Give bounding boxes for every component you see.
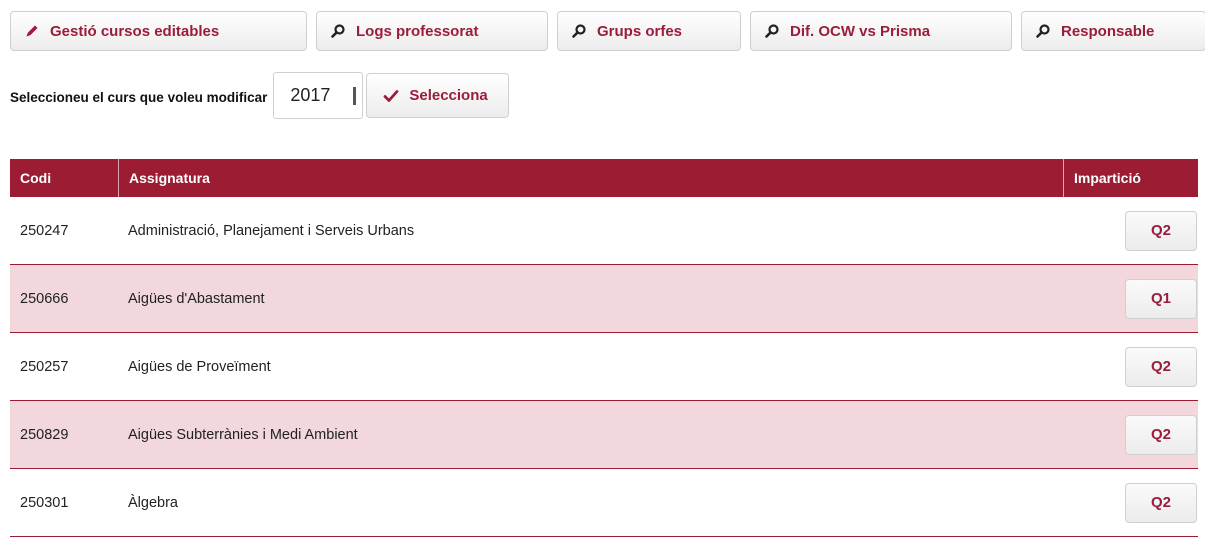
row-code: 250666 — [20, 290, 69, 307]
row-subject: Aigües d'Abastament — [128, 290, 265, 307]
period-button[interactable]: Q2 — [1125, 346, 1197, 387]
table-row: 250247 Administració, Planejament i Serv… — [10, 197, 1198, 265]
ocw-vs-prisma-label: Dif. OCW vs Prisma — [790, 22, 931, 40]
teacher-logs-label: Logs professorat — [356, 22, 479, 40]
year-select[interactable]: 2017 — [273, 72, 364, 119]
orphan-groups-label: Grups orfes — [597, 22, 683, 40]
row-code: 250829 — [20, 426, 69, 443]
search-icon — [329, 22, 347, 40]
row-code: 250301 — [20, 494, 69, 511]
table-row: 250301 Àlgebra Q2 — [10, 469, 1198, 537]
search-icon — [570, 22, 588, 40]
period-button[interactable]: Q2 — [1125, 482, 1197, 523]
toolbar: Gestió cursos editables Logs professorat… — [10, 11, 1205, 51]
period-button[interactable]: Q1 — [1125, 278, 1197, 319]
ocw-vs-prisma-button[interactable]: Dif. OCW vs Prisma — [750, 11, 1012, 51]
select-button-label: Selecciona — [409, 87, 488, 104]
year-select-value: 2017 — [290, 85, 331, 105]
row-period-cell: Q1 — [1063, 278, 1198, 319]
course-select-label: Seleccioneu el curs que voleu modificar — [10, 90, 268, 105]
teacher-logs-button[interactable]: Logs professorat — [316, 11, 548, 51]
responsible-button[interactable]: Responsable — [1021, 11, 1205, 51]
table-row: 250666 Aigües d'Abastament Q1 — [10, 265, 1198, 333]
period-button[interactable]: Q2 — [1125, 414, 1197, 455]
header-subject[interactable]: Assignatura — [118, 159, 1063, 197]
manage-editable-courses-button[interactable]: Gestió cursos editables — [10, 11, 307, 51]
select-button[interactable]: Selecciona — [366, 73, 509, 118]
row-period-cell: Q2 — [1063, 210, 1198, 251]
table-row: 250829 Aigües Subterrànies i Medi Ambien… — [10, 401, 1198, 469]
row-subject: Aigües Subterrànies i Medi Ambient — [128, 426, 358, 443]
row-code: 250247 — [20, 222, 69, 239]
row-subject: Administració, Planejament i Serveis Urb… — [128, 222, 415, 239]
row-subject: Aigües de Proveïment — [128, 358, 271, 375]
check-icon — [383, 89, 399, 103]
pencil-icon — [23, 22, 41, 40]
search-icon — [763, 22, 781, 40]
table-header: Codi Assignatura Impartició — [10, 159, 1198, 197]
header-period[interactable]: Impartició — [1063, 159, 1198, 197]
row-period-cell: Q2 — [1063, 414, 1198, 455]
row-period-cell: Q2 — [1063, 482, 1198, 523]
table-row: 250257 Aigües de Proveïment Q2 — [10, 333, 1198, 401]
manage-editable-courses-label: Gestió cursos editables — [50, 22, 220, 40]
row-subject: Àlgebra — [128, 494, 178, 511]
orphan-groups-button[interactable]: Grups orfes — [557, 11, 741, 51]
header-code[interactable]: Codi — [10, 159, 118, 197]
dropdown-arrow-icon — [353, 86, 357, 105]
responsible-label: Responsable — [1061, 22, 1155, 40]
row-code: 250257 — [20, 358, 69, 375]
row-period-cell: Q2 — [1063, 346, 1198, 387]
courses-table: Codi Assignatura Impartició 250247 Admin… — [10, 159, 1198, 537]
search-icon — [1034, 22, 1052, 40]
period-button[interactable]: Q2 — [1125, 210, 1197, 251]
course-select-row: Seleccioneu el curs que voleu modificar … — [10, 72, 509, 119]
